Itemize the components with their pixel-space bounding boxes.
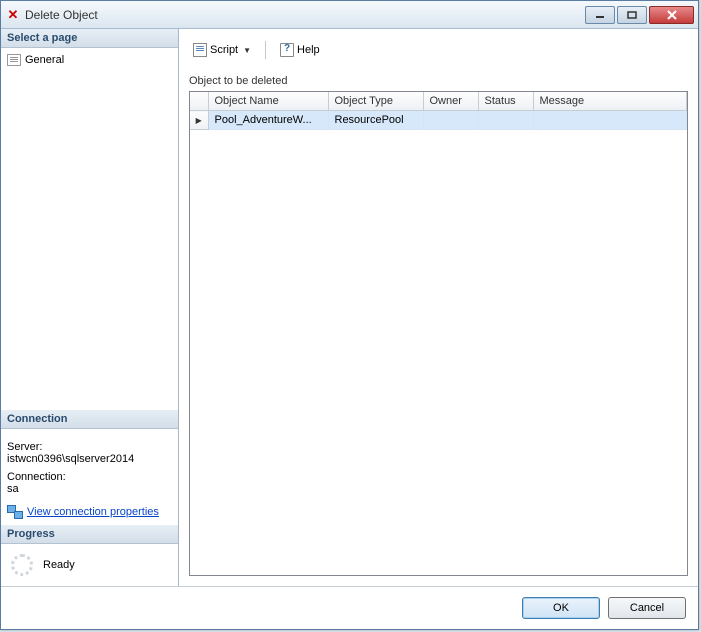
table-row[interactable]: Pool_AdventureW... ResourcePool <box>190 111 687 130</box>
script-label: Script <box>210 44 238 56</box>
table-header-row: Object Name Object Type Owner Status Mes… <box>190 92 687 111</box>
cell-object-name[interactable]: Pool_AdventureW... <box>208 111 328 130</box>
cancel-button[interactable]: Cancel <box>608 597 686 619</box>
cell-message[interactable] <box>533 111 687 130</box>
progress-body: Ready <box>1 544 178 586</box>
network-icon <box>7 505 23 519</box>
delete-icon: ✕ <box>5 7 21 23</box>
window-buttons <box>585 6 694 24</box>
table-caption: Object to be deleted <box>189 75 688 87</box>
sidebar: Select a page General Connection Server:… <box>1 29 179 586</box>
help-button[interactable]: Help <box>276 41 324 59</box>
page-label: General <box>25 54 64 66</box>
col-object-type[interactable]: Object Type <box>328 92 423 111</box>
page-icon <box>7 54 21 66</box>
titlebar[interactable]: ✕ Delete Object <box>1 1 698 29</box>
right-pane: Script ▼ Help Object to be deleted <box>179 29 698 586</box>
maximize-button[interactable] <box>617 6 647 24</box>
col-object-name[interactable]: Object Name <box>208 92 328 111</box>
col-owner[interactable]: Owner <box>423 92 478 111</box>
toolbar-divider <box>265 41 266 59</box>
dialog-window: ✕ Delete Object Select a page General Co… <box>0 0 699 630</box>
connection-value: sa <box>7 483 172 495</box>
minimize-button[interactable] <box>585 6 615 24</box>
object-grid[interactable]: Object Name Object Type Owner Status Mes… <box>189 91 688 576</box>
table-area: Object to be deleted Object Name Object … <box>189 69 688 576</box>
progress-status: Ready <box>43 559 75 571</box>
progress-header: Progress <box>1 525 178 544</box>
help-icon <box>280 43 294 57</box>
connection-label: Connection: <box>7 471 172 483</box>
view-connection-properties[interactable]: View connection properties <box>7 505 172 519</box>
help-label: Help <box>297 44 320 56</box>
script-icon <box>193 43 207 57</box>
toolbar: Script ▼ Help <box>189 37 688 69</box>
button-bar: OK Cancel <box>1 586 698 629</box>
main-area: Select a page General Connection Server:… <box>1 29 698 586</box>
view-connection-link[interactable]: View connection properties <box>27 506 159 518</box>
server-label: Server: <box>7 441 172 453</box>
window-title: Delete Object <box>25 8 585 22</box>
server-value: istwcn0396\sqlserver2014 <box>7 453 172 465</box>
select-page-header: Select a page <box>1 29 178 48</box>
page-item-general[interactable]: General <box>5 52 174 68</box>
content-area: Select a page General Connection Server:… <box>1 29 698 629</box>
col-message[interactable]: Message <box>533 92 687 111</box>
connection-body: Server: istwcn0396\sqlserver2014 Connect… <box>1 429 178 525</box>
chevron-down-icon[interactable]: ▼ <box>243 46 251 55</box>
row-indicator-icon <box>190 111 208 130</box>
row-selector-header <box>190 92 208 111</box>
cell-owner[interactable] <box>423 111 478 130</box>
progress-spinner-icon <box>11 554 33 576</box>
page-list: General <box>1 48 178 410</box>
col-status[interactable]: Status <box>478 92 533 111</box>
cell-status[interactable] <box>478 111 533 130</box>
close-button[interactable] <box>649 6 694 24</box>
cell-object-type[interactable]: ResourcePool <box>328 111 423 130</box>
connection-header: Connection <box>1 410 178 429</box>
script-button[interactable]: Script ▼ <box>189 41 255 59</box>
ok-button[interactable]: OK <box>522 597 600 619</box>
